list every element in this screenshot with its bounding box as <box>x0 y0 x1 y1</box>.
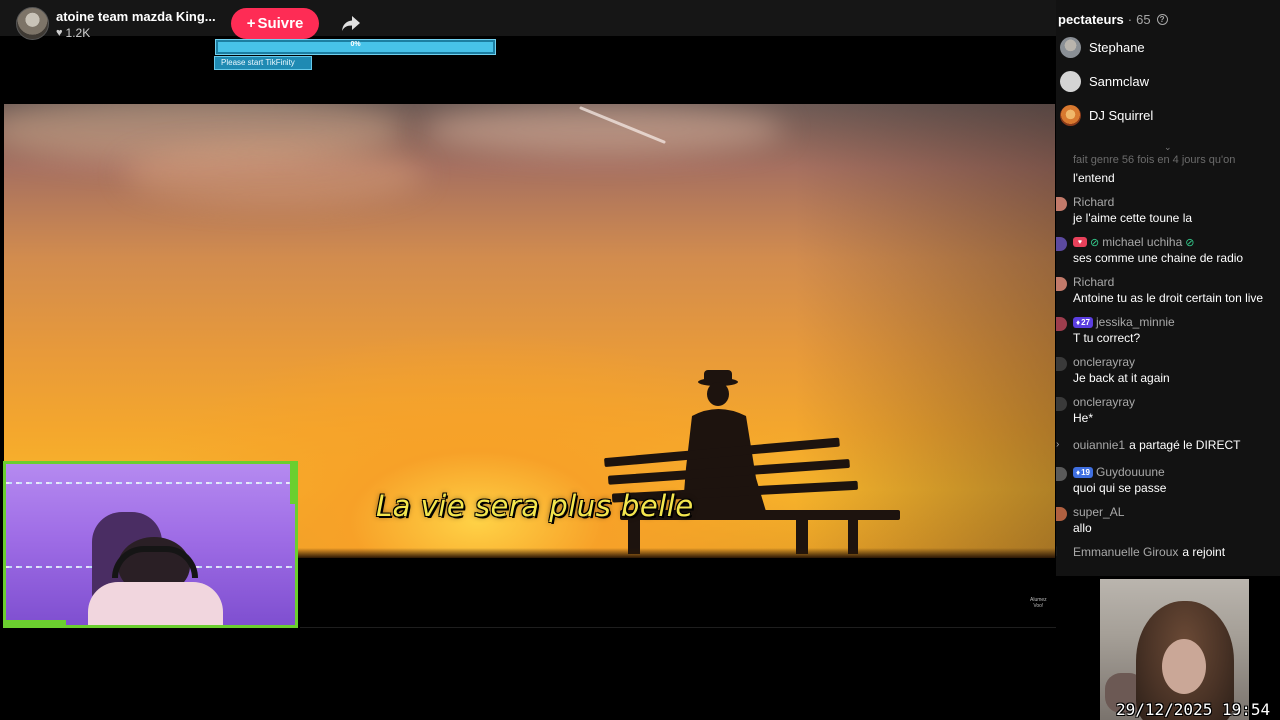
chat-partial: fait genre 56 fois en 4 jours qu'on <box>1073 154 1236 166</box>
viewer-name: DJ Squirrel <box>1089 108 1154 123</box>
chat-username[interactable]: super_AL <box>1073 505 1124 519</box>
progress-text: 0% <box>350 41 361 48</box>
chevron-down-icon[interactable]: ⌄ <box>1164 142 1172 153</box>
chat-username: jessika_minnie <box>1096 315 1175 329</box>
avatar <box>1060 71 1081 92</box>
viewers-separator: · <box>1127 12 1133 27</box>
host-name[interactable]: atoine team mazda King... <box>56 9 216 24</box>
side-panel: pectateurs · 65 ? Stephane Sanmclaw DJ S… <box>1056 0 1280 576</box>
chat-text: quoi qui se passe <box>1073 481 1167 495</box>
bracket-icon: ] <box>1056 546 1057 557</box>
avatar <box>1056 277 1067 291</box>
moderator-icon: ⊘ <box>1185 236 1195 249</box>
avatar <box>1060 37 1081 58</box>
tikfinity-progress-bar: 0% <box>215 39 496 55</box>
event-action: a rejoint <box>1182 545 1226 559</box>
moderator-icon: ⊘ <box>1090 236 1100 249</box>
chat-user-line[interactable]: ♦ 19 Guydouuune <box>1073 465 1165 479</box>
share-button[interactable] <box>334 8 368 39</box>
host-likes: ♥ 1.2K <box>56 26 90 40</box>
chat-text: T tu correct? <box>1073 331 1141 345</box>
follow-label: Suivre <box>257 15 304 32</box>
avatar <box>1056 507 1067 521</box>
viewer-item[interactable]: Stephane <box>1060 37 1145 58</box>
viewer-name: Sanmclaw <box>1089 74 1149 89</box>
level-badge: ♦ 19 <box>1073 466 1093 478</box>
contrail <box>579 106 666 144</box>
avatar <box>1056 397 1067 411</box>
viewers-title: pectateurs <box>1058 12 1124 27</box>
chat-username: Guydouuune <box>1096 465 1165 479</box>
chat-user-line[interactable]: ♥ ⊘ michael uchiha ⊘ <box>1073 235 1194 249</box>
heart-badge-icon: ♥ <box>1073 237 1087 247</box>
chat-username[interactable]: Richard <box>1073 275 1114 289</box>
chat-text: Je back at it again <box>1073 371 1170 385</box>
event-username[interactable]: ouiannie1 <box>1073 438 1125 452</box>
likes-count: 1.2K <box>65 26 91 40</box>
chat-username[interactable]: onclerayray <box>1073 355 1135 369</box>
chat-username: michael uchiha <box>1102 235 1183 249</box>
stream-area: atoine team mazda King... ♥ 1.2K + Suivr… <box>0 0 1056 720</box>
share-icon <box>342 15 360 31</box>
viewers-header: pectateurs · 65 ? <box>1058 12 1168 27</box>
tikfinity-hint: Please start TikFinity <box>214 56 312 70</box>
avatar <box>1056 467 1067 481</box>
chat-text: Antoine tu as le droit certain ton live <box>1073 291 1264 305</box>
level-badge: ♦ 27 <box>1073 316 1093 328</box>
avatar <box>1060 105 1081 126</box>
secondary-webcam <box>1100 579 1249 720</box>
cam-timestamp: 29/12/2025 19:54 <box>1116 700 1271 719</box>
avatar <box>1056 197 1067 211</box>
chat-text: l'entend <box>1073 171 1115 185</box>
streamer-webcam <box>3 461 298 628</box>
chat-text: He* <box>1073 411 1094 425</box>
help-icon[interactable]: ? <box>1156 14 1168 25</box>
join-event: ] Emmanuelle Giroux a rejoint <box>1056 545 1280 559</box>
chat-username[interactable]: Richard <box>1073 195 1114 209</box>
watermark-line: Voo! <box>1033 603 1044 609</box>
diamond-icon: ♦ <box>1076 467 1081 477</box>
avatar <box>1056 357 1067 371</box>
level-number: 27 <box>1081 317 1090 327</box>
chat-user-line[interactable]: ♦ 27 jessika_minnie <box>1073 315 1175 329</box>
level-number: 19 <box>1081 467 1090 477</box>
chevron-right-icon: › <box>1056 439 1060 450</box>
chat-feed: fait genre 56 fois en 4 jours qu'on l'en… <box>1056 154 1280 574</box>
video-subtitle: La vie sera plus belle <box>376 489 694 523</box>
stream-watermark: Alumez Voo! <box>1030 597 1047 609</box>
viewer-item[interactable]: Sanmclaw <box>1060 71 1149 92</box>
plus-icon: + <box>246 15 256 32</box>
stream-divider <box>300 627 1056 628</box>
chat-text: ses comme une chaine de radio <box>1073 251 1244 265</box>
event-username[interactable]: Emmanuelle Giroux <box>1073 545 1178 559</box>
heart-icon: ♥ <box>56 27 63 39</box>
viewers-count: 65 <box>1136 12 1151 27</box>
chat-username[interactable]: onclerayray <box>1073 395 1135 409</box>
host-avatar[interactable] <box>16 7 49 40</box>
event-action: a partagé le DIRECT <box>1129 438 1241 452</box>
avatar <box>1056 317 1067 331</box>
avatar <box>1056 237 1067 251</box>
viewer-item[interactable]: DJ Squirrel <box>1060 105 1153 126</box>
chat-text: allo <box>1073 521 1092 535</box>
share-event: › ouiannie1 a partagé le DIRECT <box>1056 438 1280 452</box>
viewer-name: Stephane <box>1089 40 1145 55</box>
follow-button[interactable]: + Suivre <box>231 8 319 39</box>
bench-silhouette <box>604 370 900 554</box>
chat-text: je l'aime cette toune la <box>1073 211 1193 225</box>
diamond-icon: ♦ <box>1076 317 1081 327</box>
